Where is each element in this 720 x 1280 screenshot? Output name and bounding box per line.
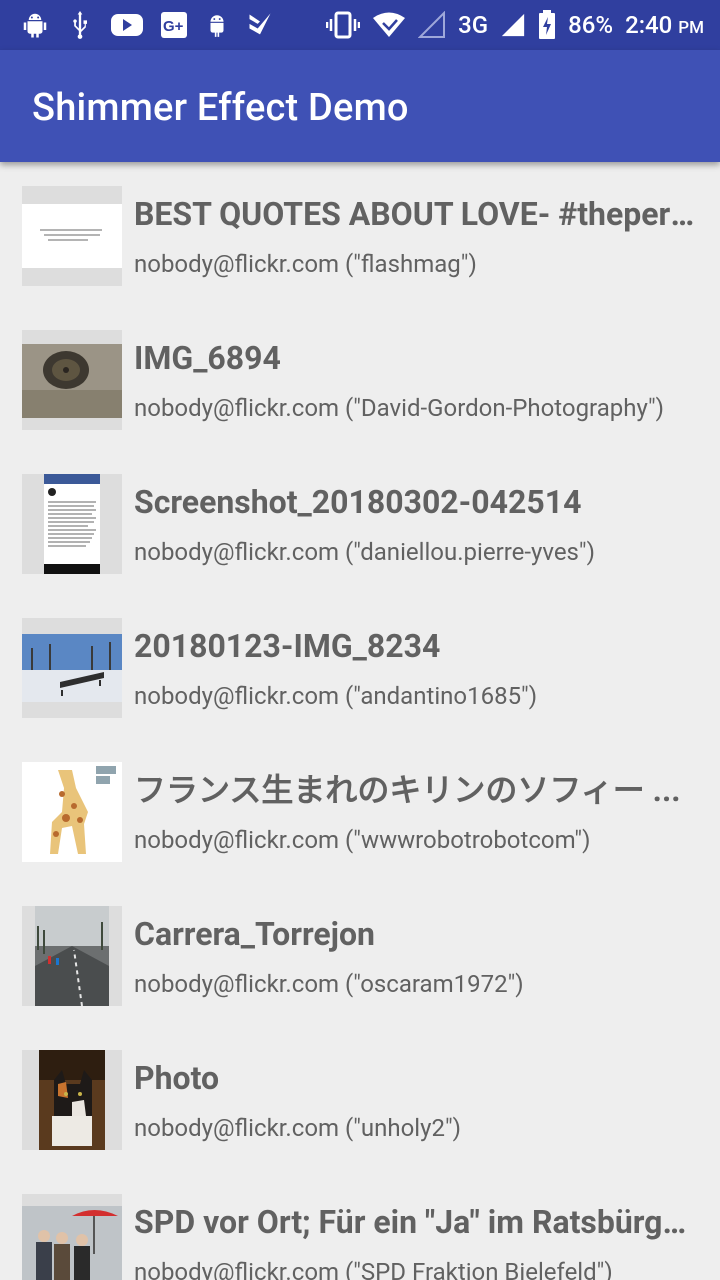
item-title: SPD vor Ort; Für ein "Ja" im Ratsbürgere…: [134, 1203, 698, 1241]
thumbnail-image: [22, 762, 122, 862]
usb-icon: [66, 10, 94, 40]
google-plus-icon: G+: [160, 11, 188, 39]
item-title: フランス生まれのキリンのソフィー ...: [134, 771, 681, 809]
item-subtitle: nobody@flickr.com ("unholy2"): [134, 1114, 462, 1142]
android-icon: [204, 10, 230, 40]
item-subtitle: nobody@flickr.com ("wwwrobotrobotcom"): [134, 826, 591, 854]
list-item[interactable]: Screenshot_20180302-042514 nobody@flickr…: [0, 450, 720, 594]
item-subtitle: nobody@flickr.com ("SPD Fraktion Bielefe…: [134, 1258, 613, 1280]
thumbnail-image: [22, 186, 122, 286]
vibrate-icon: [326, 11, 361, 39]
status-bar: G+ 3G 86% 2:40 PM: [0, 0, 720, 50]
android-debug-icon: [20, 10, 50, 40]
thumbnail-image: [22, 618, 122, 718]
list-item[interactable]: BEST QUOTES ABOUT LOVE- #theperfect... n…: [0, 162, 720, 306]
thumbnail-image: [22, 474, 122, 574]
item-subtitle: nobody@flickr.com ("daniellou.pierre-yve…: [134, 538, 595, 566]
task-check-icon: [246, 11, 274, 39]
thumbnail-image: [22, 330, 122, 430]
item-title: BEST QUOTES ABOUT LOVE- #theperfect...: [134, 195, 698, 233]
clock-time: 2:40: [625, 11, 673, 39]
notification-icons: G+: [0, 0, 274, 50]
app-title: Shimmer Effect Demo: [32, 86, 409, 130]
photo-list[interactable]: BEST QUOTES ABOUT LOVE- #theperfect... n…: [0, 162, 720, 1280]
app-bar: Shimmer Effect Demo: [0, 50, 720, 162]
item-title: 20180123-IMG_8234: [134, 627, 441, 665]
list-item[interactable]: IMG_6894 nobody@flickr.com ("David-Gordo…: [0, 306, 720, 450]
battery-charging-icon: [538, 10, 556, 40]
list-item[interactable]: SPD vor Ort; Für ein "Ja" im Ratsbürgere…: [0, 1170, 720, 1280]
list-item[interactable]: Photo nobody@flickr.com ("unholy2"): [0, 1026, 720, 1170]
list-item[interactable]: フランス生まれのキリンのソフィー ... nobody@flickr.com (…: [0, 738, 720, 882]
svg-text:G+: G+: [163, 18, 184, 35]
youtube-icon: [110, 12, 144, 38]
item-subtitle: nobody@flickr.com ("oscaram1972"): [134, 970, 524, 998]
network-type: 3G: [458, 11, 489, 39]
item-title: Carrera_Torrejon: [134, 915, 375, 953]
thumbnail-image: [22, 1194, 122, 1280]
list-item[interactable]: 20180123-IMG_8234 nobody@flickr.com ("an…: [0, 594, 720, 738]
item-subtitle: nobody@flickr.com ("andantino1685"): [134, 682, 538, 710]
clock-ampm: PM: [678, 18, 704, 38]
item-title: Photo: [134, 1059, 220, 1097]
signal-icon: [500, 11, 526, 39]
battery-percent: 86%: [568, 11, 614, 39]
list-item[interactable]: Carrera_Torrejon nobody@flickr.com ("osc…: [0, 882, 720, 1026]
thumbnail-image: [22, 906, 122, 1006]
item-subtitle: nobody@flickr.com ("flashmag"): [134, 250, 477, 278]
system-indicators: 3G 86% 2:40 PM: [326, 0, 720, 50]
signal-empty-icon: [418, 11, 446, 39]
wifi-icon: [372, 11, 406, 39]
item-subtitle: nobody@flickr.com ("David-Gordon-Photogr…: [134, 394, 665, 422]
thumbnail-image: [22, 1050, 122, 1150]
item-title: Screenshot_20180302-042514: [134, 483, 582, 521]
item-title: IMG_6894: [134, 339, 281, 377]
clock: 2:40 PM: [625, 11, 704, 39]
